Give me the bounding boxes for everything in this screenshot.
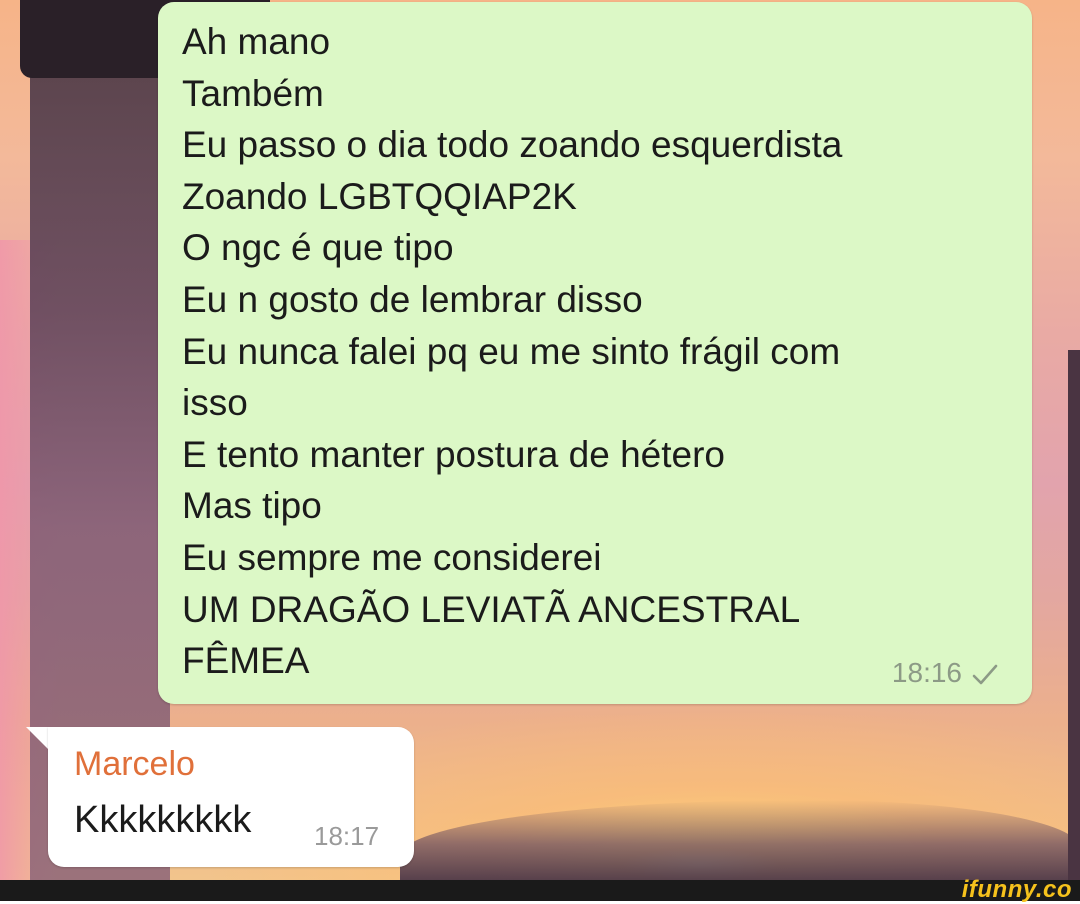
incoming-message-text: Kkkkkkkkk <box>74 799 252 841</box>
watermark-bar <box>0 880 1080 901</box>
message-line: isso <box>182 382 248 424</box>
wallpaper-clouds <box>400 800 1080 880</box>
single-check-icon <box>972 664 998 685</box>
message-line: Mas tipo <box>182 485 322 527</box>
message-line: Também <box>182 72 324 114</box>
message-line: FÊMEA <box>182 640 310 682</box>
message-line: Ah mano <box>182 21 331 62</box>
sender-name[interactable]: Marcelo <box>74 745 195 784</box>
message-line: Eu sempre me considerei <box>182 536 602 578</box>
outgoing-message-time: 18:16 <box>891 657 962 688</box>
message-line: Eu passo o dia todo zoando esquerdista <box>182 124 843 166</box>
outgoing-message-bubble[interactable]: Ah mano Também Eu passo o dia todo zoand… <box>158 2 1032 704</box>
message-line: Eu n gosto de lembrar disso <box>182 278 643 320</box>
outgoing-message-text: Ah mano Também Eu passo o dia todo zoand… <box>182 16 842 687</box>
message-line: Eu nunca falei pq eu me sinto frágil com <box>182 330 841 372</box>
wallpaper-right-edge <box>1068 350 1080 880</box>
message-line: Zoando LGBTQQIAP2K <box>182 175 577 217</box>
incoming-message-bubble[interactable]: Marcelo Kkkkkkkkk 18:17 <box>48 727 414 867</box>
incoming-message-time: 18:17 <box>314 821 380 851</box>
watermark-logo: ifunny.co <box>961 876 1072 903</box>
message-line: UM DRAGÃO LEVIATÃ ANCESTRAL <box>182 588 801 630</box>
message-line: E tento manter postura de hétero <box>182 433 726 475</box>
message-line: O ngc é que tipo <box>182 227 454 269</box>
